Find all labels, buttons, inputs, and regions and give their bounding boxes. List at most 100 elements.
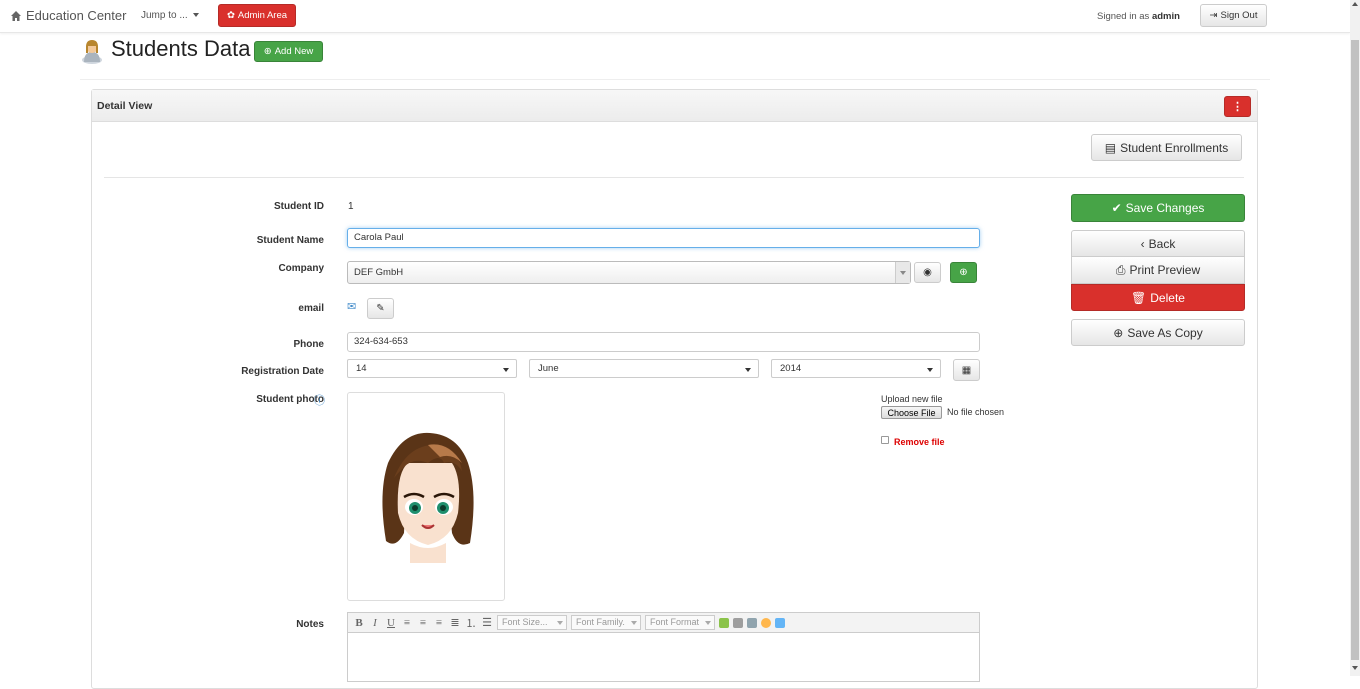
remove-file-label[interactable]: Remove file xyxy=(894,437,945,447)
insert-image-icon[interactable] xyxy=(775,617,785,628)
edit-email-button[interactable]: ✎ xyxy=(367,298,394,319)
font-format-select[interactable]: Font Format xyxy=(645,615,715,630)
reg-year-select[interactable]: 2014 xyxy=(771,359,941,378)
phone-input[interactable]: 324-634-653 xyxy=(347,332,980,352)
admin-area-label: Admin Area xyxy=(237,10,288,21)
phone-label: Phone xyxy=(293,339,324,350)
chevron-down-icon xyxy=(557,621,563,625)
view-company-button[interactable]: ◉ xyxy=(914,262,941,283)
add-new-button[interactable]: ⊕ Add New xyxy=(254,41,323,62)
panel-title: Detail View xyxy=(97,100,153,112)
student-id-value: 1 xyxy=(348,201,354,212)
print-preview-button[interactable]: ⎙ Print Preview xyxy=(1071,257,1245,284)
add-new-label: Add New xyxy=(274,46,314,57)
unordered-list-icon[interactable]: ☰ xyxy=(481,616,493,629)
edit-html-icon[interactable] xyxy=(719,617,729,628)
brand-link[interactable]: Education Center xyxy=(10,8,126,23)
username: admin xyxy=(1151,11,1180,22)
remove-file-checkbox[interactable] xyxy=(881,436,889,444)
save-as-copy-button[interactable]: ⊕ Save As Copy xyxy=(1071,319,1245,346)
calendar-button[interactable]: ▦ xyxy=(953,359,980,381)
reg-year-value: 2014 xyxy=(780,363,802,374)
chevron-down-icon xyxy=(745,368,751,372)
bold-icon[interactable]: B xyxy=(353,617,365,629)
chevron-down-icon xyxy=(192,13,199,18)
unlink-icon[interactable] xyxy=(747,617,757,628)
notes-editor[interactable]: B I U ≡ ≡ ≡ ≣ ⒈ ☰ Font Size... Font Fami… xyxy=(347,612,980,682)
home-icon xyxy=(11,10,21,21)
panel-heading: Detail View ⋮ xyxy=(92,90,1257,122)
email-label: email xyxy=(298,303,324,314)
admin-area-button[interactable]: ✿ Admin Area xyxy=(218,4,296,27)
add-company-button[interactable]: ⊕ xyxy=(950,262,977,283)
delete-label: Delete xyxy=(1150,290,1185,305)
pencil-icon: ✎ xyxy=(376,303,385,314)
brand-label: Education Center xyxy=(26,8,127,23)
no-file-chosen-text: No file chosen xyxy=(947,407,1005,417)
envelope-icon[interactable]: ✉ xyxy=(347,300,356,313)
reg-month-select[interactable]: June xyxy=(529,359,759,378)
font-family-select[interactable]: Font Family. xyxy=(571,615,641,630)
info-icon[interactable]: ⓘ xyxy=(314,392,325,408)
editor-toolbar: B I U ≡ ≡ ≡ ≣ ⒈ ☰ Font Size... Font Fami… xyxy=(348,613,979,633)
signed-in-text: Signed in as admin xyxy=(1097,11,1180,22)
student-avatar-image xyxy=(382,432,474,563)
gear-icon: ✿ xyxy=(226,10,235,21)
save-changes-label: Save Changes xyxy=(1125,201,1205,215)
divider xyxy=(104,177,1244,178)
justify-icon[interactable]: ≣ xyxy=(449,616,461,629)
chevron-down-icon xyxy=(927,368,933,372)
align-center-icon[interactable]: ≡ xyxy=(417,617,429,629)
align-right-icon[interactable]: ≡ xyxy=(433,617,445,629)
link-icon[interactable] xyxy=(733,617,743,628)
print-icon: ⎙ xyxy=(1115,262,1126,277)
chevron-down-icon xyxy=(631,621,637,625)
student-name-label: Student Name xyxy=(256,235,324,246)
company-value: DEF GmbH xyxy=(354,267,404,278)
reg-day-select[interactable]: 14 xyxy=(347,359,517,378)
jump-to-menu[interactable]: Jump to ... xyxy=(141,10,199,21)
font-size-label: Font Size... xyxy=(502,617,548,627)
sign-out-label: Sign Out xyxy=(1220,10,1258,21)
italic-icon[interactable]: I xyxy=(369,617,381,629)
align-left-icon[interactable]: ≡ xyxy=(401,617,413,629)
student-name-input[interactable]: Carola Paul xyxy=(347,228,980,248)
chevron-left-icon: ‹ xyxy=(1140,236,1145,251)
trash-icon: 🗑 xyxy=(1131,290,1147,305)
save-changes-button[interactable]: ✔ Save Changes xyxy=(1071,194,1245,222)
ordered-list-icon[interactable]: ⒈ xyxy=(465,615,477,631)
calendar-grid-icon: ▦ xyxy=(961,364,972,376)
company-select[interactable]: DEF GmbH xyxy=(347,261,911,284)
divider xyxy=(80,79,1270,80)
student-photo-label: Student photo xyxy=(204,394,324,405)
choose-file-button[interactable]: Choose File xyxy=(881,406,942,419)
student-photo-frame[interactable] xyxy=(347,392,505,601)
scroll-down-arrow-icon[interactable] xyxy=(1352,666,1358,670)
font-size-select[interactable]: Font Size... xyxy=(497,615,567,630)
registration-date-label: Registration Date xyxy=(241,366,324,377)
notes-label: Notes xyxy=(296,619,324,630)
signed-in-prefix: Signed in as xyxy=(1097,11,1150,22)
student-enrollments-button[interactable]: ▤ Student Enrollments xyxy=(1091,134,1242,161)
back-button[interactable]: ‹ Back xyxy=(1071,230,1245,257)
underline-icon[interactable]: U xyxy=(385,617,397,629)
plus-circle-icon: ⊕ xyxy=(959,267,968,278)
scroll-up-arrow-icon[interactable] xyxy=(1352,2,1358,6)
scroll-thumb[interactable] xyxy=(1351,40,1359,660)
company-label: Company xyxy=(278,263,324,274)
student-enrollments-label: Student Enrollments xyxy=(1120,140,1229,155)
student-id-label: Student ID xyxy=(274,201,324,212)
more-options-button[interactable]: ⋮ xyxy=(1224,96,1251,117)
sign-out-button[interactable]: ⇥ Sign Out xyxy=(1200,4,1267,27)
sign-out-icon: ⇥ xyxy=(1209,10,1218,21)
eye-icon: ◉ xyxy=(923,267,932,278)
vertical-ellipsis-icon: ⋮ xyxy=(1232,101,1243,113)
plus-circle-icon: ⊕ xyxy=(263,46,272,57)
color-palette-icon[interactable] xyxy=(761,617,771,628)
jump-to-label: Jump to ... xyxy=(141,10,188,21)
font-format-label: Font Format xyxy=(650,617,700,627)
delete-button[interactable]: 🗑 Delete xyxy=(1071,284,1245,311)
reg-month-value: June xyxy=(538,363,559,374)
vertical-scrollbar[interactable] xyxy=(1350,0,1360,676)
detail-view-panel: Detail View ⋮ xyxy=(91,89,1258,689)
